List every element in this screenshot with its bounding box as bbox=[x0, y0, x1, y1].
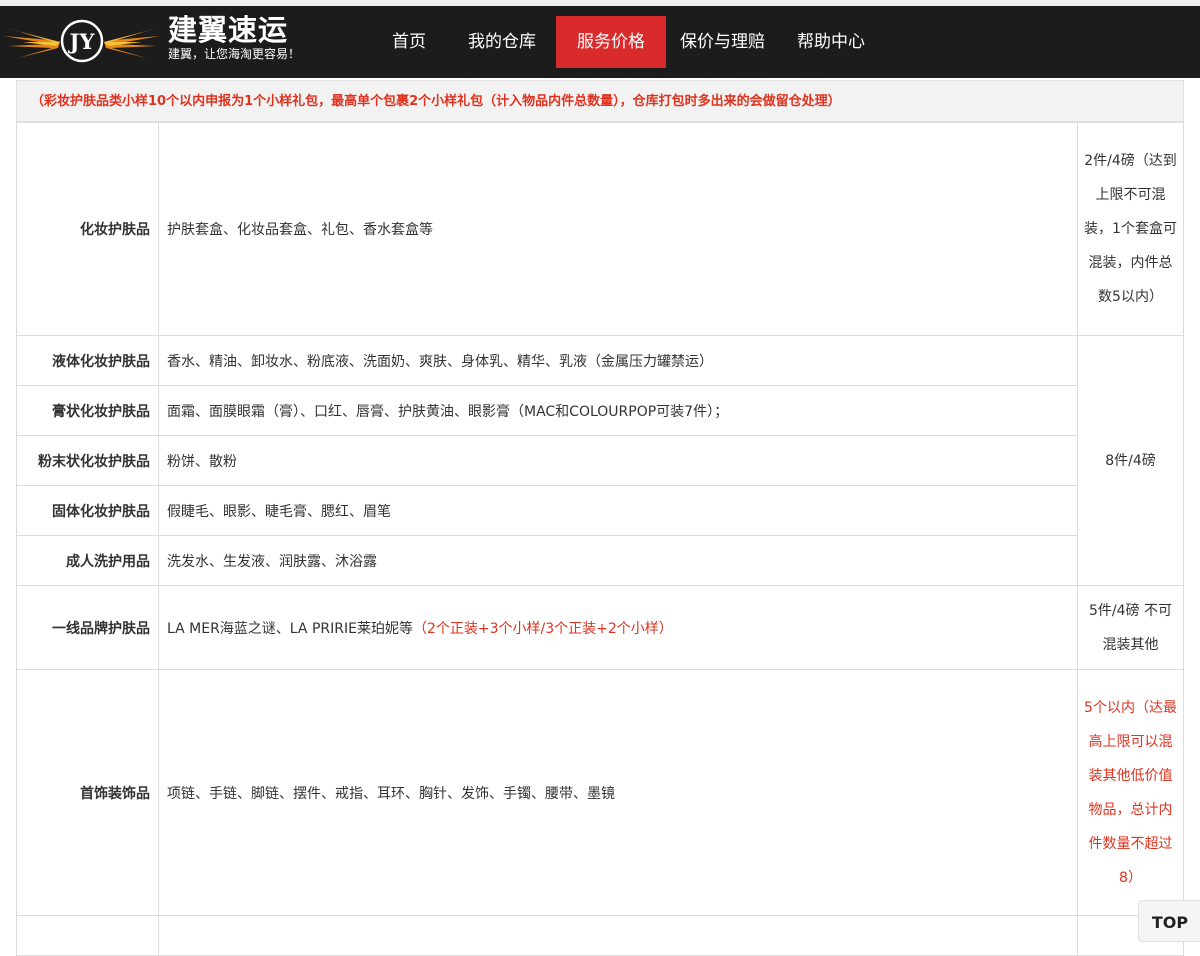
table-row: 化妆护肤品 护肤套盒、化妆品套盒、礼包、香水套盒等 2件/4磅（达到上限不可混装… bbox=[16, 122, 1184, 336]
table-row bbox=[16, 915, 1184, 956]
table-row: 首饰装饰品 项链、手链、脚链、摆件、戒指、耳环、胸针、发饰、手镯、腰带、墨镜 5… bbox=[16, 669, 1184, 916]
brand-logo[interactable]: JY bbox=[0, 6, 165, 78]
category-limit: 5件/4磅 不可混装其他 bbox=[1077, 585, 1184, 670]
category-name: 首饰装饰品 bbox=[16, 669, 159, 916]
category-limit: 2件/4磅（达到上限不可混装，1个套盒可混装，内件总数5以内） bbox=[1077, 122, 1184, 336]
category-name: 成人洗护用品 bbox=[16, 535, 159, 586]
price-content: （彩妆护肤品类小样10个以内申报为1个小样礼包，最高单个包裹2个小样礼包（计入物… bbox=[16, 80, 1184, 956]
group-limit: 8件/4磅 bbox=[1077, 335, 1184, 586]
category-items bbox=[158, 915, 1078, 956]
back-to-top-button[interactable]: TOP bbox=[1138, 900, 1200, 942]
brand-name: 建翼速运 bbox=[168, 13, 289, 47]
nav-insurance-claims[interactable]: 保价与理赔 bbox=[666, 16, 779, 68]
category-items-note: （2个正装+3个小样/3个正装+2个小样） bbox=[412, 620, 673, 637]
category-items: 香水、精油、卸妆水、粉底液、洗面奶、爽肤、身体乳、精华、乳液（金属压力罐禁运） bbox=[158, 335, 1078, 386]
main-nav: 首页 我的仓库 服务价格 保价与理赔 帮助中心 bbox=[370, 16, 883, 68]
category-items-cell: LA MER海蓝之谜、LA PRIRIE莱珀妮等（2个正装+3个小样/3个正装+… bbox=[158, 585, 1078, 670]
category-limit: 5个以内（达最高上限可以混装其他低价值物品，总计内件数量不超过8） bbox=[1077, 669, 1184, 916]
category-name: 液体化妆护肤品 bbox=[16, 335, 159, 386]
category-items: 项链、手链、脚链、摆件、戒指、耳环、胸针、发饰、手镯、腰带、墨镜 bbox=[158, 669, 1078, 916]
table-row: 膏状化妆护肤品 面霜、面膜眼霜（膏）、口红、唇膏、护肤黄油、眼影膏（MAC和CO… bbox=[16, 385, 1184, 436]
sample-notice: （彩妆护肤品类小样10个以内申报为1个小样礼包，最高单个包裹2个小样礼包（计入物… bbox=[16, 80, 1184, 122]
category-name: 化妆护肤品 bbox=[16, 122, 159, 336]
nav-service-price[interactable]: 服务价格 bbox=[556, 16, 666, 68]
left-wing-icon bbox=[4, 28, 60, 58]
category-table: 化妆护肤品 护肤套盒、化妆品套盒、礼包、香水套盒等 2件/4磅（达到上限不可混装… bbox=[16, 122, 1184, 956]
table-row: 液体化妆护肤品 香水、精油、卸妆水、粉底液、洗面奶、爽肤、身体乳、精华、乳液（金… bbox=[16, 335, 1184, 586]
category-name: 膏状化妆护肤品 bbox=[16, 385, 159, 436]
top-border bbox=[0, 0, 1200, 6]
category-items: 面霜、面膜眼霜（膏）、口红、唇膏、护肤黄油、眼影膏（MAC和COLOURPOP可… bbox=[158, 385, 1078, 436]
table-row: 粉末状化妆护肤品 粉饼、散粉 bbox=[16, 435, 1184, 486]
table-row: 成人洗护用品 洗发水、生发液、润肤露、沐浴露 bbox=[16, 535, 1184, 586]
brand-slogan: 建翼，让您海淘更容易！ bbox=[168, 47, 301, 61]
category-items: 粉饼、散粉 bbox=[158, 435, 1078, 486]
top-navigation-bar: JY 建翼速运 建翼，让您海淘更容易！ 首页 我的仓库 服务价格 保价与理赔 帮… bbox=[0, 0, 1200, 78]
right-wing-icon bbox=[104, 28, 160, 58]
nav-home[interactable]: 首页 bbox=[370, 16, 448, 68]
nav-help-center[interactable]: 帮助中心 bbox=[779, 16, 883, 68]
category-name bbox=[16, 915, 159, 956]
category-items: 护肤套盒、化妆品套盒、礼包、香水套盒等 bbox=[158, 122, 1078, 336]
category-name: 一线品牌护肤品 bbox=[16, 585, 159, 670]
category-items: 假睫毛、眼影、睫毛膏、腮红、眉笔 bbox=[158, 485, 1078, 536]
table-row: 一线品牌护肤品 LA MER海蓝之谜、LA PRIRIE莱珀妮等（2个正装+3个… bbox=[16, 585, 1184, 670]
nav-my-warehouse[interactable]: 我的仓库 bbox=[448, 16, 556, 68]
category-items: 洗发水、生发液、润肤露、沐浴露 bbox=[158, 535, 1078, 586]
table-row: 固体化妆护肤品 假睫毛、眼影、睫毛膏、腮红、眉笔 bbox=[16, 485, 1184, 536]
category-items: LA MER海蓝之谜、LA PRIRIE莱珀妮等 bbox=[167, 620, 413, 637]
logo-text: JY bbox=[68, 29, 96, 54]
category-name: 固体化妆护肤品 bbox=[16, 485, 159, 536]
brand[interactable]: 建翼速运 建翼，让您海淘更容易！ bbox=[168, 14, 300, 62]
category-name: 粉末状化妆护肤品 bbox=[16, 435, 159, 486]
